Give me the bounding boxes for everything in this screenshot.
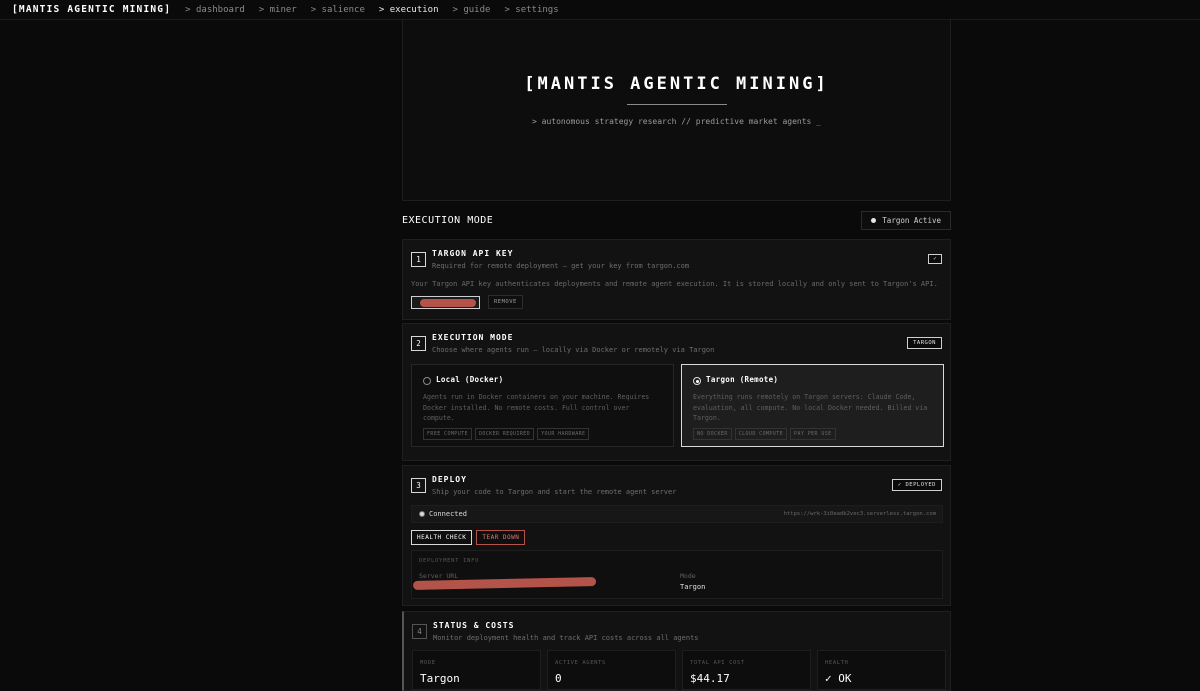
hero-banner: [MANTIS AGENTIC MINING] > autonomous str… (402, 20, 951, 201)
metric-value: Targon (420, 672, 460, 685)
api-key-field[interactable] (411, 295, 480, 309)
section-title: EXECUTION MODE (402, 214, 494, 226)
option-title: Local (Docker) (436, 375, 504, 384)
card-subtitle: Monitor deployment health and track API … (433, 634, 699, 642)
remove-key-button[interactable]: REMOVE (488, 295, 523, 309)
option-tag: YOUR HARDWARE (537, 428, 590, 440)
status-dot-icon (871, 217, 877, 223)
card-title: DEPLOY (432, 475, 467, 484)
connection-status: Connected https://wrk-3i0eadk2vec3.serve… (411, 505, 943, 523)
nav-settings[interactable]: > settings (504, 5, 558, 15)
metric-label: MODE (420, 660, 436, 666)
deployment-info-header: DEPLOYMENT INFO (419, 558, 480, 564)
radio-icon[interactable] (423, 377, 431, 385)
metric-mode: MODE Targon (412, 650, 541, 690)
mode-label: Mode (680, 572, 696, 580)
api-key-row: REMOVE (411, 295, 523, 309)
metric-label: ACTIVE AGENTS (555, 660, 606, 666)
check-badge: ✓ (928, 254, 942, 264)
metric-value: 0 (555, 672, 562, 685)
nav-dashboard[interactable]: > dashboard (185, 5, 245, 15)
option-title: Targon (Remote) (706, 375, 779, 384)
mode-badge: TARGON (907, 337, 942, 349)
step-number: 2 (411, 336, 426, 351)
step-number: 1 (411, 252, 426, 267)
nav-guide[interactable]: > guide (453, 5, 491, 15)
hero-divider (626, 104, 727, 105)
targon-status-badge: Targon Active (861, 210, 951, 230)
tear-down-button[interactable]: TEAR DOWN (476, 530, 526, 545)
card-subtitle: Required for remote deployment — get you… (432, 262, 690, 270)
connection-label: Connected (429, 510, 467, 518)
option-tags: FREE COMPUTE DOCKER REQUIRED YOUR HARDWA… (423, 428, 590, 440)
local-docker-option[interactable]: Local (Docker) Agents run in Docker cont… (411, 364, 674, 447)
section-header: EXECUTION MODE Targon Active (402, 210, 951, 230)
status-costs-card: 4 STATUS & COSTS Monitor deployment heal… (402, 611, 951, 691)
hero-title: [MANTIS AGENTIC MINING] (524, 74, 829, 94)
redaction-mark (420, 298, 476, 307)
option-tag: FREE COMPUTE (423, 428, 472, 440)
deploy-card: 3 DEPLOY Ship your code to Targon and st… (402, 465, 951, 606)
connected-dot-icon (419, 511, 425, 517)
metric-label: TOTAL API COST (690, 660, 745, 666)
option-tag: PAY PER USE (790, 428, 836, 440)
health-check-button[interactable]: HEALTH CHECK (411, 530, 473, 545)
metric-active-agents: ACTIVE AGENTS 0 (547, 650, 676, 690)
api-key-description: Your Targon API key authenticates deploy… (411, 280, 938, 288)
brand-logo[interactable]: [MANTIS AGENTIC MINING] (12, 4, 171, 15)
top-nav: [MANTIS AGENTIC MINING] > dashboard > mi… (0, 0, 1200, 20)
targon-status-label: Targon Active (882, 215, 941, 225)
card-title: TARGON API KEY (432, 249, 514, 258)
metric-value: $44.17 (690, 672, 730, 685)
card-subtitle: Ship your code to Targon and start the r… (432, 488, 677, 496)
card-title: STATUS & COSTS (433, 621, 515, 630)
nav-salience[interactable]: > salience (311, 5, 365, 15)
server-url-label: Server URL (419, 572, 459, 580)
targon-remote-option[interactable]: Targon (Remote) Everything runs remotely… (681, 364, 944, 447)
nav-execution[interactable]: > execution (379, 5, 439, 15)
metric-total-api-cost: TOTAL API COST $44.17 (682, 650, 811, 690)
mode-value: Targon (680, 583, 706, 591)
option-description: Everything runs remotely on Targon serve… (693, 393, 928, 423)
metrics-row: MODE Targon ACTIVE AGENTS 0 TOTAL API CO… (412, 650, 946, 690)
deploy-actions: HEALTH CHECK TEAR DOWN (411, 530, 526, 545)
step-number: 3 (411, 478, 426, 493)
api-key-card: 1 TARGON API KEY Required for remote dep… (402, 239, 951, 320)
hero-subtitle: > autonomous strategy research // predic… (532, 117, 821, 126)
metric-label: HEALTH (825, 660, 849, 666)
option-description: Agents run in Docker containers on your … (423, 393, 650, 423)
option-tag: CLOUD COMPUTE (734, 428, 788, 440)
nav-miner[interactable]: > miner (259, 5, 297, 15)
card-title: EXECUTION MODE (432, 333, 514, 342)
radio-selected-icon[interactable] (693, 377, 701, 385)
metric-value: ✓ OK (825, 672, 852, 685)
step-number: 4 (412, 624, 427, 639)
deployment-info: DEPLOYMENT INFO Server URL Mode Targon (411, 550, 943, 599)
option-tags: NO DOCKER CLOUD COMPUTE PAY PER USE (693, 428, 836, 440)
deployed-badge: ✓ DEPLOYED (891, 479, 942, 491)
execution-mode-card: 2 EXECUTION MODE Choose where agents run… (402, 323, 951, 461)
card-subtitle: Choose where agents run — locally via Do… (432, 346, 715, 354)
deployment-url[interactable]: https://wrk-3i0eadk2vec3.serverless.targ… (784, 511, 936, 517)
option-tag: NO DOCKER (693, 428, 732, 440)
metric-health: HEALTH ✓ OK (817, 650, 946, 690)
option-tag: DOCKER REQUIRED (474, 428, 535, 440)
